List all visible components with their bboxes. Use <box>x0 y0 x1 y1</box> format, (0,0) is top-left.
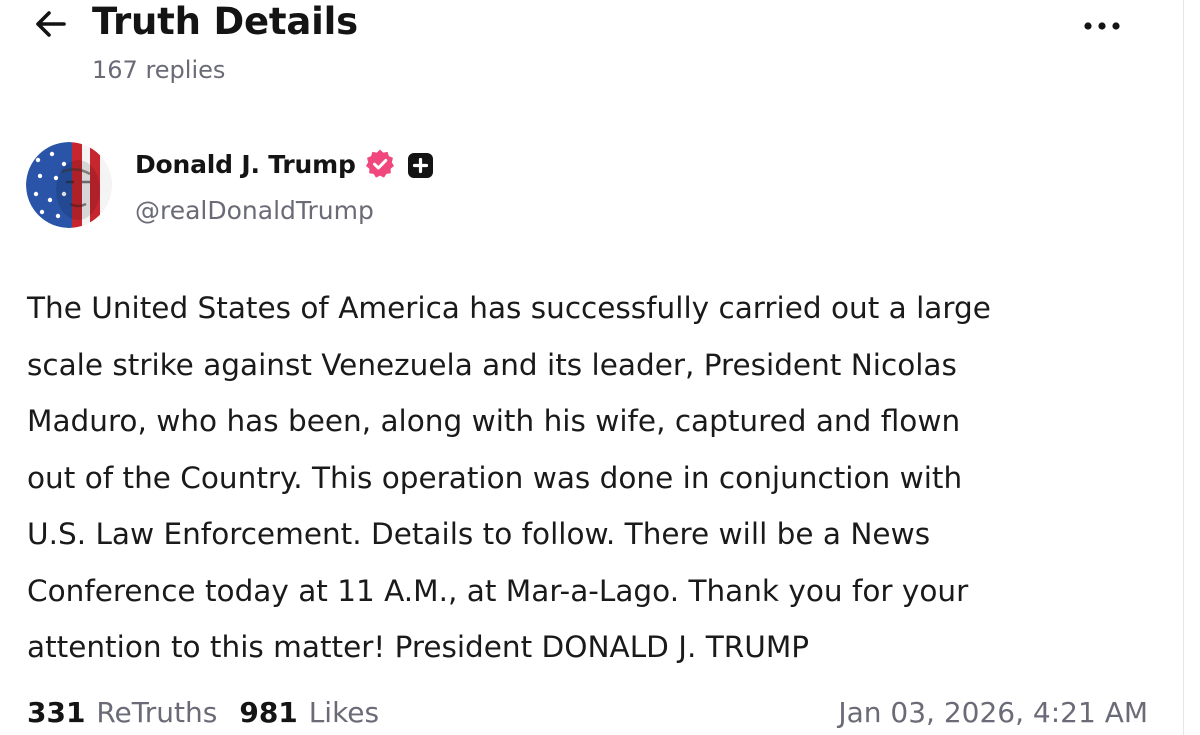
post-stats: 331 ReTruths 981 Likes <box>27 694 401 732</box>
likes-label: Likes <box>308 696 380 729</box>
plus-badge-icon <box>408 153 433 178</box>
retruths-label: ReTruths <box>96 696 218 729</box>
verified-badge-icon <box>366 149 394 178</box>
ellipsis-icon <box>1084 22 1120 30</box>
back-button[interactable] <box>30 4 70 44</box>
more-options-button[interactable] <box>1078 8 1126 44</box>
content-border <box>1183 0 1184 735</box>
retruths-stat[interactable]: 331 ReTruths <box>27 694 217 732</box>
post-timestamp: Jan 03, 2026, 4:21 AM <box>838 696 1148 729</box>
reply-count: 167 replies <box>92 56 226 84</box>
page-title: Truth Details <box>92 0 358 43</box>
author-handle[interactable]: @realDonaldTrump <box>135 195 374 227</box>
arrow-left-icon <box>36 11 66 37</box>
retruths-count: 331 <box>27 696 86 729</box>
page-header: Truth Details 167 replies <box>0 0 1200 100</box>
author-name[interactable]: Donald J. Trump <box>135 148 356 182</box>
likes-count: 981 <box>239 696 298 729</box>
likes-stat[interactable]: 981 Likes <box>239 694 379 732</box>
author-avatar[interactable] <box>26 142 112 228</box>
post-text: The United States of America has success… <box>27 291 991 664</box>
